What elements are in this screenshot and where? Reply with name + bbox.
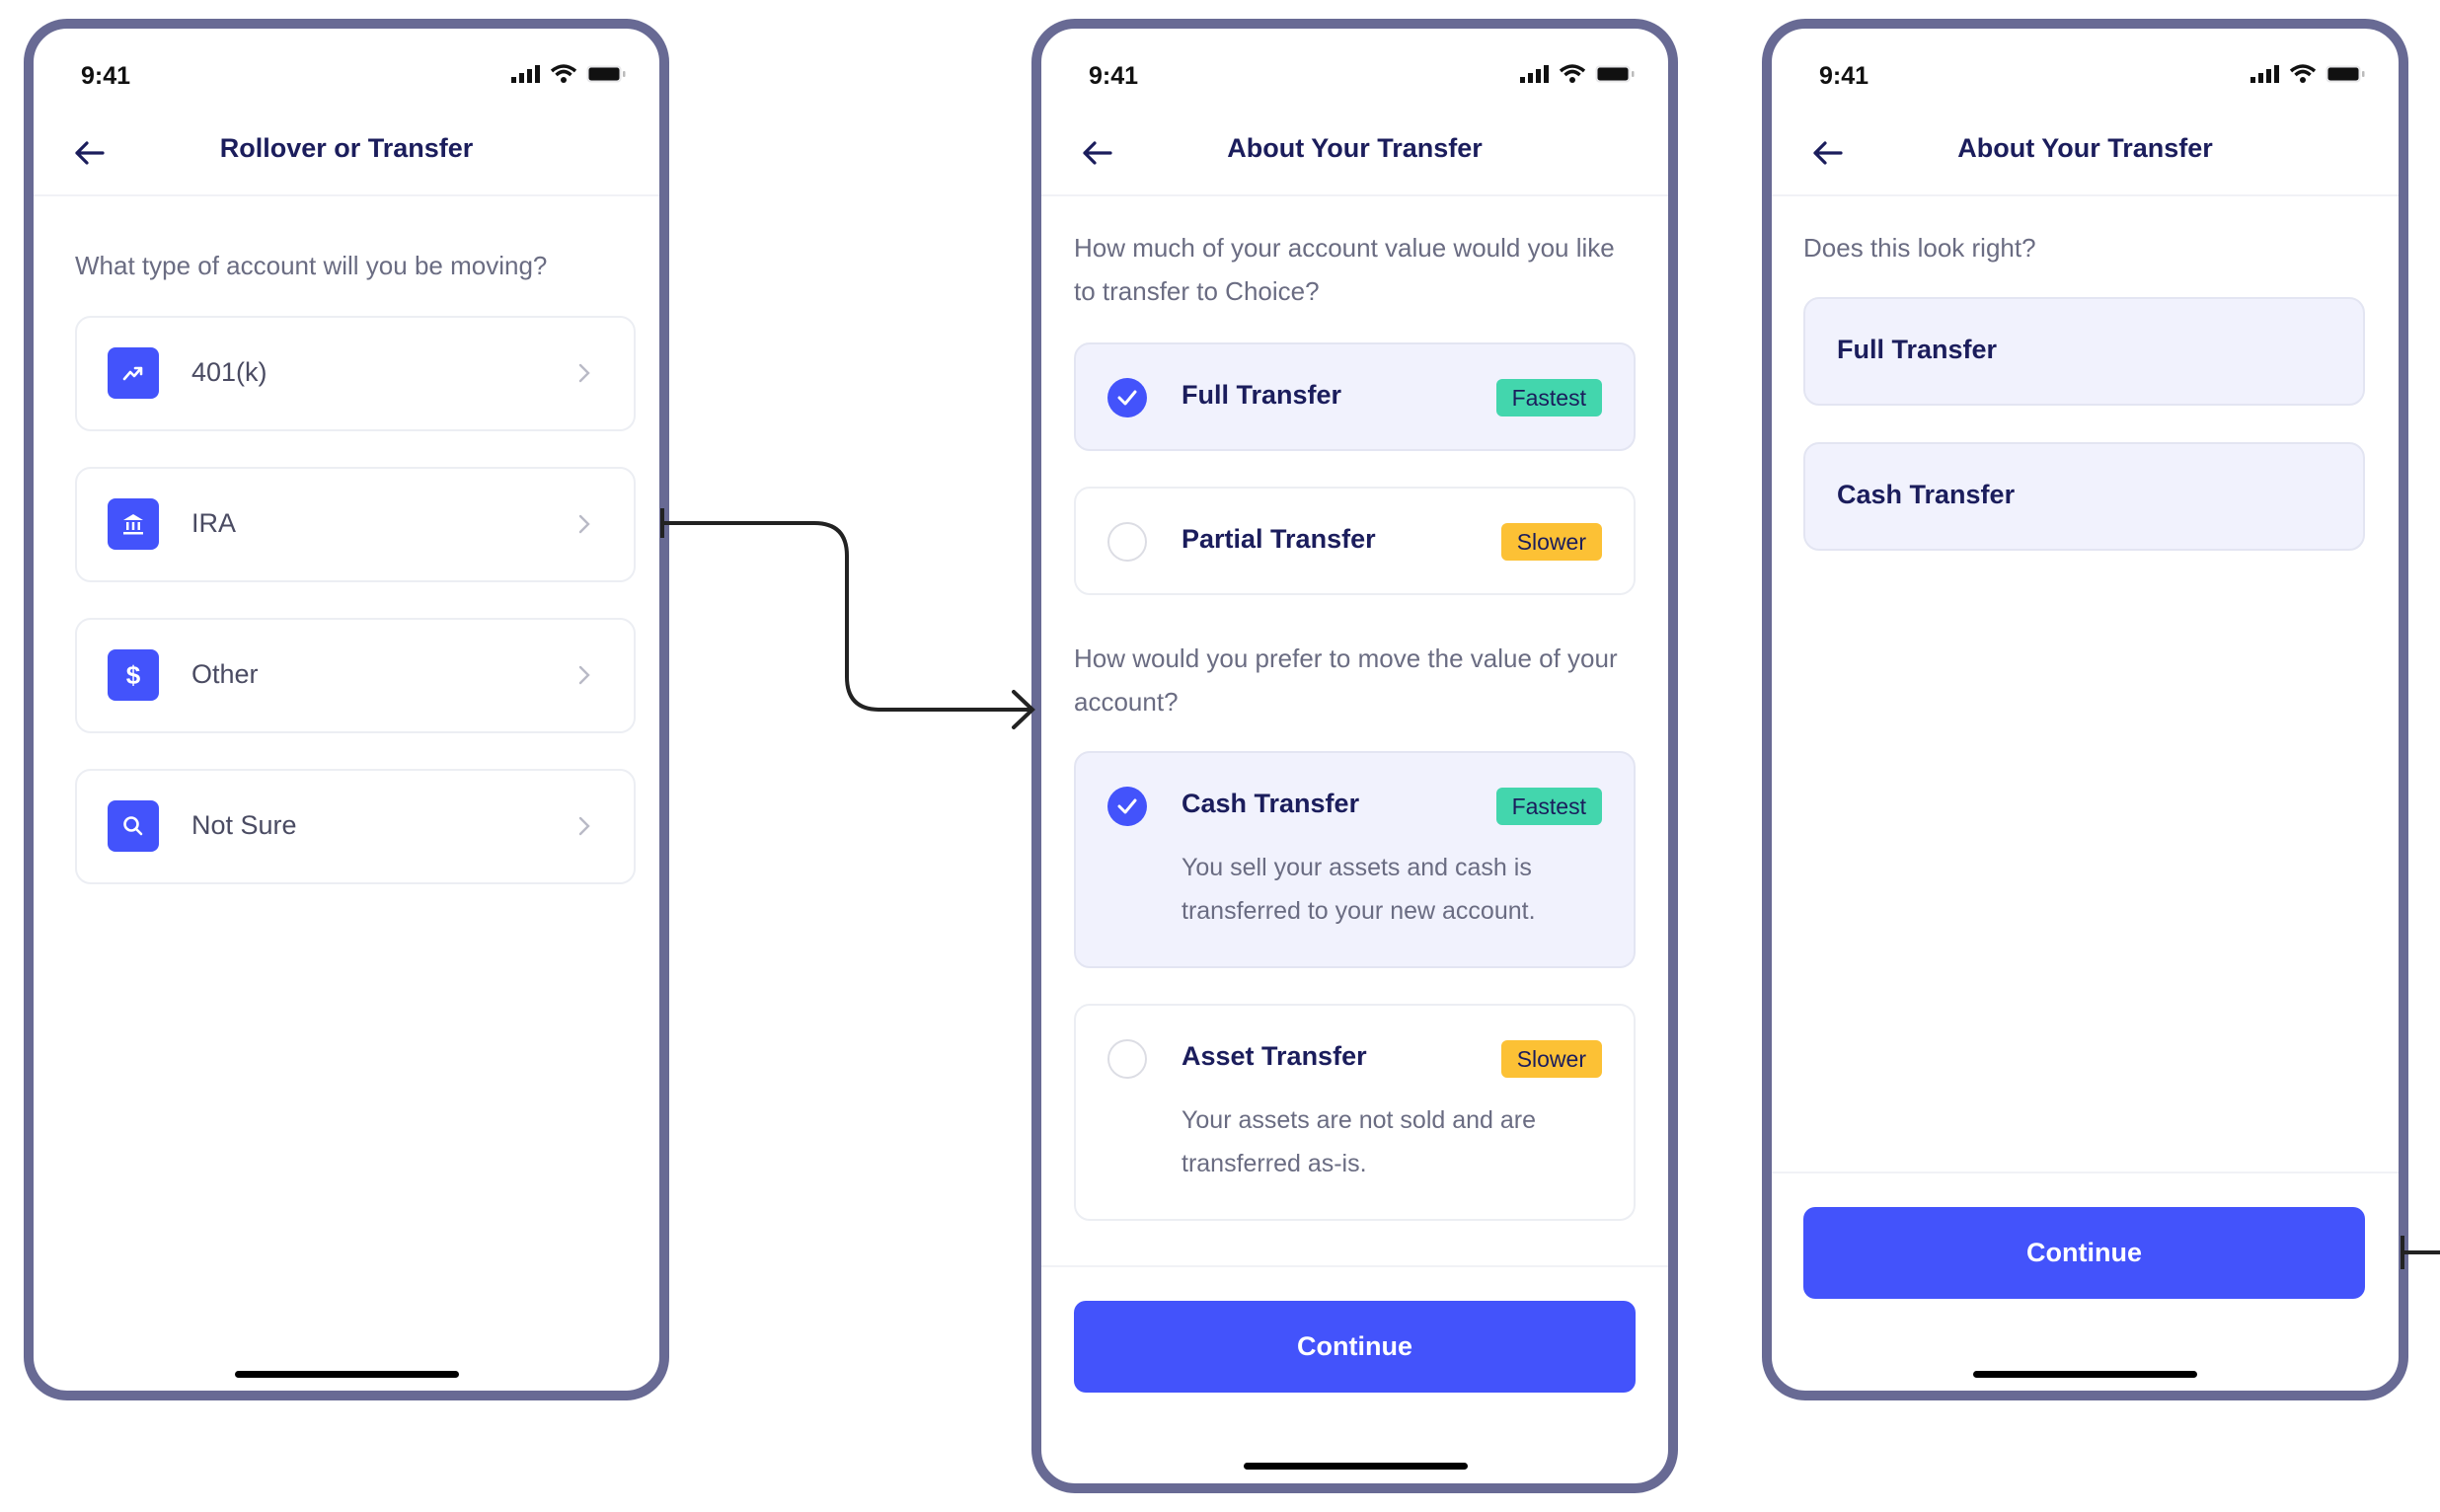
battery-icon — [1595, 65, 1635, 83]
option-title: Cash Transfer — [1182, 789, 1360, 818]
summary-item-label: Cash Transfer — [1837, 480, 2016, 509]
status-time: 9:41 — [81, 62, 131, 90]
account-option-label: IRA — [191, 508, 237, 538]
phone-screen-about-transfer: 9:41 About Your Transfer How much of you… — [1031, 19, 1678, 1493]
battery-icon — [586, 65, 626, 83]
trending-up-icon — [108, 347, 159, 399]
status-time: 9:41 — [1089, 62, 1139, 90]
continue-button[interactable]: Continue — [1803, 1207, 2365, 1299]
summary-item-cash-transfer[interactable]: Cash Transfer — [1803, 442, 2365, 551]
option-cash-transfer[interactable]: Cash Transfer Fastest You sell your asse… — [1074, 751, 1636, 968]
option-full-transfer[interactable]: Full Transfer Fastest — [1074, 342, 1636, 451]
account-option-401k[interactable]: 401(k) — [75, 316, 636, 431]
speed-badge: Slower — [1500, 523, 1602, 561]
home-indicator — [1244, 1463, 1468, 1470]
connector-path — [662, 521, 1031, 712]
summary-item-label: Full Transfer — [1837, 335, 1998, 364]
status-time: 9:41 — [1819, 62, 1869, 90]
bank-icon — [108, 498, 159, 550]
question-text: What type of account will you be moving? — [75, 251, 548, 280]
connector-ira-to-about-transfer — [660, 508, 1035, 729]
chevron-right-icon — [578, 363, 590, 383]
home-indicator — [1973, 1371, 2197, 1378]
radio-selected[interactable] — [1107, 787, 1147, 826]
phone-screen-rollover: 9:41 Rollover or Transfer What type of a… — [24, 19, 669, 1400]
check-icon — [1117, 390, 1137, 406]
speed-badge: Fastest — [1495, 379, 1602, 416]
summary-item-full-transfer[interactable]: Full Transfer — [1803, 297, 2365, 406]
option-title: Full Transfer — [1182, 380, 1342, 410]
option-description: You sell your assets and cash is transfe… — [1182, 854, 1536, 925]
question-amount: How much of your account value would you… — [1074, 233, 1615, 306]
page-title: About Your Transfer — [1957, 133, 2213, 163]
question-method: How would you prefer to move the value o… — [1074, 643, 1618, 717]
signal-icon — [511, 65, 540, 83]
account-option-label: 401(k) — [191, 357, 267, 387]
account-option-label: Not Sure — [191, 810, 297, 840]
status-icons — [2250, 64, 2365, 84]
footer-divider — [1041, 1265, 1668, 1267]
account-option-label: Other — [191, 659, 259, 689]
status-icons — [511, 64, 626, 84]
option-title: Partial Transfer — [1182, 524, 1376, 554]
header-divider — [1772, 194, 2399, 196]
account-option-other[interactable]: $ Other — [75, 618, 636, 733]
radio-unselected[interactable] — [1107, 522, 1147, 562]
option-partial-transfer[interactable]: Partial Transfer Slower — [1074, 487, 1636, 595]
continue-button[interactable]: Continue — [1074, 1301, 1636, 1393]
search-icon — [108, 800, 159, 852]
speed-badge: Slower — [1500, 1040, 1602, 1078]
header-divider — [34, 194, 659, 196]
radio-selected[interactable] — [1107, 378, 1147, 417]
account-option-not-sure[interactable]: Not Sure — [75, 769, 636, 884]
wifi-icon — [1560, 64, 1585, 83]
signal-icon — [1520, 65, 1549, 83]
radio-unselected[interactable] — [1107, 1039, 1147, 1079]
phone-screen-confirm-transfer: 9:41 About Your Transfer Does this look … — [1762, 19, 2408, 1400]
option-asset-transfer[interactable]: Asset Transfer Slower Your assets are no… — [1074, 1004, 1636, 1221]
footer-divider — [1772, 1172, 2399, 1173]
speed-badge: Fastest — [1495, 788, 1602, 825]
page-title: Rollover or Transfer — [219, 133, 474, 163]
dollar-icon: $ — [108, 649, 159, 701]
option-description: Your assets are not sold and are transfe… — [1182, 1106, 1537, 1177]
account-option-ira[interactable]: IRA — [75, 467, 636, 582]
arrow-head-icon — [1012, 690, 1035, 729]
home-indicator — [235, 1371, 459, 1378]
header-divider — [1041, 194, 1668, 196]
check-icon — [1117, 798, 1137, 814]
signal-icon — [2250, 65, 2279, 83]
wifi-icon — [551, 64, 576, 83]
page-title: About Your Transfer — [1227, 133, 1483, 163]
question-text: Does this look right? — [1803, 233, 2036, 263]
chevron-right-icon — [578, 816, 590, 836]
chevron-right-icon — [578, 665, 590, 685]
status-icons — [1520, 64, 1635, 84]
wifi-icon — [2290, 64, 2316, 83]
chevron-right-icon — [578, 514, 590, 534]
battery-icon — [2326, 65, 2365, 83]
option-title: Asset Transfer — [1182, 1041, 1367, 1071]
